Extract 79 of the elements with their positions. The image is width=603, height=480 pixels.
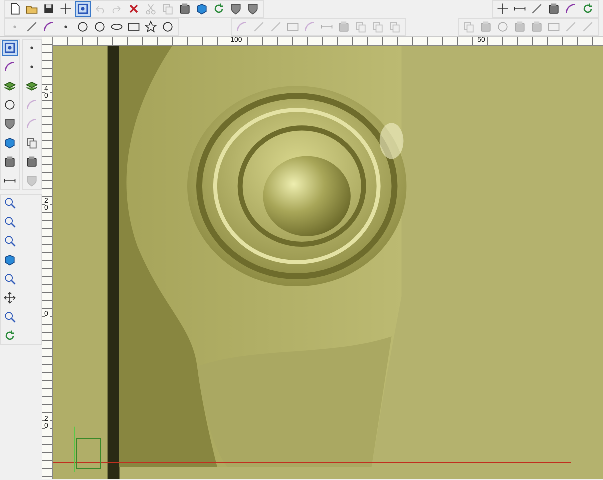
scissors-icon xyxy=(144,2,158,16)
toolbar-button[interactable] xyxy=(143,19,159,35)
arc-icon xyxy=(3,60,17,74)
move-icon xyxy=(3,291,17,305)
refresh-icon xyxy=(212,2,226,16)
toolbar-button[interactable] xyxy=(160,19,176,35)
zoom-icon xyxy=(3,310,17,324)
selection-icon xyxy=(3,41,17,55)
toolbar-button[interactable] xyxy=(245,1,261,17)
arc-icon xyxy=(235,20,249,34)
arc-icon xyxy=(303,20,317,34)
circle-icon xyxy=(76,20,90,34)
toolbar-button[interactable] xyxy=(177,1,193,17)
copy-icon xyxy=(371,20,385,34)
circle-icon xyxy=(93,20,107,34)
box-icon xyxy=(337,20,351,34)
crosshair-icon xyxy=(59,2,73,16)
toolbar-button[interactable] xyxy=(2,116,18,132)
layers-icon xyxy=(25,79,39,93)
rectangle-icon xyxy=(547,20,561,34)
star-icon xyxy=(144,20,158,34)
save-icon xyxy=(42,2,56,16)
line-icon xyxy=(252,20,266,34)
box-icon xyxy=(547,2,561,16)
arc-icon xyxy=(42,20,56,34)
box-icon xyxy=(178,2,192,16)
arc-icon xyxy=(25,117,39,131)
toolbar-button[interactable] xyxy=(2,290,18,306)
toolbar-button[interactable] xyxy=(495,1,511,17)
toolbar-button[interactable] xyxy=(2,154,18,170)
copy-icon xyxy=(161,2,175,16)
refresh-icon xyxy=(3,329,17,343)
copy-icon xyxy=(462,20,476,34)
circle-icon xyxy=(3,98,17,112)
toolbar-button[interactable] xyxy=(228,1,244,17)
box-icon xyxy=(25,155,39,169)
toolbar-button[interactable] xyxy=(2,195,18,211)
line-icon xyxy=(530,2,544,16)
layers-icon xyxy=(3,79,17,93)
shield-icon xyxy=(229,2,243,16)
toolbar-button[interactable] xyxy=(2,97,18,113)
zoom-icon xyxy=(3,215,17,229)
delete-icon xyxy=(127,2,141,16)
shield-icon xyxy=(3,117,17,131)
box-icon xyxy=(3,155,17,169)
refresh-icon xyxy=(581,2,595,16)
box-icon xyxy=(479,20,493,34)
toolbar-button[interactable] xyxy=(2,309,18,325)
line-icon xyxy=(269,20,283,34)
box-icon xyxy=(513,20,527,34)
line-icon xyxy=(581,20,595,34)
copy-icon xyxy=(354,20,368,34)
shield-icon xyxy=(246,2,260,16)
toolbar-button[interactable] xyxy=(2,271,18,287)
rectangle-icon xyxy=(127,20,141,34)
toolbar-button[interactable] xyxy=(2,214,18,230)
zoom-icon xyxy=(3,196,17,210)
copy-icon xyxy=(388,20,402,34)
box-icon xyxy=(530,20,544,34)
arc-icon xyxy=(25,98,39,112)
toolbar-button[interactable] xyxy=(2,233,18,249)
shield-icon xyxy=(25,174,39,188)
arc-icon xyxy=(564,2,578,16)
crosshair-icon xyxy=(496,2,510,16)
zoom-icon xyxy=(3,234,17,248)
circle-icon xyxy=(161,20,175,34)
toolbar-button[interactable] xyxy=(92,19,108,35)
document-icon xyxy=(8,2,22,16)
selection-icon xyxy=(76,2,90,16)
copy-icon xyxy=(25,136,39,150)
toolbar-button[interactable] xyxy=(58,1,74,17)
toolbar-button[interactable] xyxy=(546,1,562,17)
toolbar-button[interactable] xyxy=(24,154,40,170)
zoom-icon xyxy=(3,272,17,286)
circle-icon xyxy=(496,20,510,34)
line-icon xyxy=(564,20,578,34)
line-icon xyxy=(25,20,39,34)
toolbar-button[interactable] xyxy=(75,19,91,35)
rectangle-icon xyxy=(286,20,300,34)
